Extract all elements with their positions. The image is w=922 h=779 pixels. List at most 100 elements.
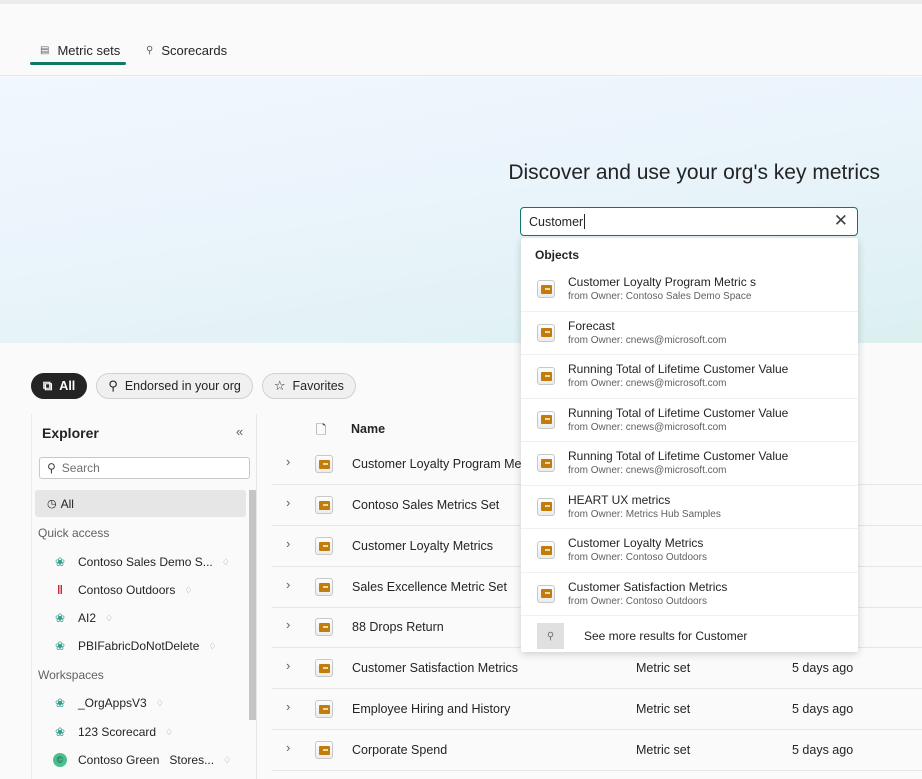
workspace-icon: ❀: [54, 555, 66, 569]
metric-set-icon: [537, 367, 555, 386]
tab-label: Scorecards: [161, 42, 228, 58]
row-modified: 5 days ago: [792, 743, 854, 757]
diamond-icon: ♢: [165, 726, 174, 737]
search-icon: ⚲: [47, 461, 56, 475]
metric-set-icon: [537, 280, 555, 299]
table-row[interactable]: › Employee Hiring and History Metric set…: [272, 689, 922, 730]
metrics-search-input[interactable]: Customer ✕: [520, 207, 858, 236]
table-row[interactable]: › Corporate Spend Metric set 5 days ago: [272, 730, 922, 771]
quick-access-item[interactable]: ❀ PBIFabricDoNotDelete ♢: [52, 636, 217, 656]
workspace-icon: ❀: [54, 725, 66, 739]
suggestion-owner: from Owner: cnews@microsoft.com: [568, 465, 727, 477]
tab-metric-sets[interactable]: ▤ Metric sets: [29, 36, 127, 65]
row-name: Customer Loyalty Metrics: [352, 539, 494, 553]
suggestion-title: Running Total of Lifetime Customer Value: [568, 362, 789, 377]
metric-set-icon: [537, 541, 555, 560]
contoso-green-logo-icon: ©: [53, 753, 67, 767]
row-name: Contoso Sales Metrics Set: [352, 498, 500, 512]
suggestion-item[interactable]: Customer Satisfaction Metrics from Owner:…: [521, 573, 858, 616]
search-suggestions-dropdown: Objects Customer Loyalty Program Metric …: [521, 238, 858, 652]
all-items-icon: ⧉: [43, 378, 53, 393]
suggestion-item[interactable]: Running Total of Lifetime Customer Value…: [521, 442, 858, 486]
workspaces-heading: Workspaces: [38, 668, 104, 682]
chevron-right-icon[interactable]: ›: [286, 740, 290, 755]
ribbon-icon: ⚲: [108, 378, 118, 393]
metric-sets-icon: ▤: [40, 44, 50, 56]
explorer-scrollbar[interactable]: [249, 490, 256, 720]
item-label: Contoso Green Stores...: [78, 753, 215, 767]
see-more-label: See more results for Customer: [584, 629, 748, 643]
workspace-item[interactable]: ❀ 123 Scorecard ♢: [52, 722, 173, 742]
row-type: Metric set: [636, 702, 691, 716]
close-icon[interactable]: ✕: [834, 211, 848, 231]
filter-label: Endorsed in your org: [124, 379, 241, 393]
metric-set-icon: [315, 496, 333, 514]
text-caret: [584, 214, 586, 229]
item-label: Contoso Outdoors: [78, 583, 176, 597]
explorer-search-input[interactable]: ⚲ Search: [39, 457, 250, 479]
chevron-right-icon[interactable]: ›: [286, 495, 290, 510]
metric-set-icon: [537, 410, 555, 429]
suggestion-item[interactable]: Running Total of Lifetime Customer Value…: [521, 399, 858, 442]
metric-set-icon: [537, 584, 555, 603]
tab-label: Metric sets: [57, 42, 121, 58]
suggestion-item[interactable]: Customer Loyalty Program Metric s from Ow…: [521, 268, 858, 312]
column-header-name[interactable]: Name: [351, 422, 385, 436]
suggestion-owner: from Owner: Contoso Outdoors: [568, 552, 707, 564]
diamond-icon: ♢: [223, 754, 232, 765]
chevron-right-icon[interactable]: ›: [286, 658, 290, 673]
metric-set-icon: [315, 700, 333, 718]
see-more-results-button[interactable]: ⚲ See more results for Customer: [521, 616, 858, 656]
filter-endorsed[interactable]: ⚲ Endorsed in your org: [96, 373, 253, 399]
diamond-icon: ♢: [184, 584, 193, 595]
quick-access-item[interactable]: ❀ AI2 ♢: [52, 608, 113, 628]
trophy-icon: ⚲: [146, 44, 154, 56]
tab-bar: ▤ Metric sets ⚲ Scorecards: [0, 4, 922, 76]
quick-access-item[interactable]: ❀ Contoso Sales Demo S... ♢: [52, 552, 230, 572]
tab-scorecards[interactable]: ⚲ Scorecards: [146, 36, 227, 64]
workspace-item[interactable]: © Contoso Green Stores... ♢: [52, 750, 231, 770]
star-icon: ☆: [273, 378, 286, 393]
hero-title: Discover and use your org's key metrics: [508, 161, 880, 184]
suggestion-owner: from Owner: cnews@microsoft.com: [568, 421, 727, 433]
suggestion-title: Running Total of Lifetime Customer Value: [568, 405, 789, 420]
suggestion-title: Running Total of Lifetime Customer Value: [568, 449, 789, 464]
chevron-right-icon[interactable]: ›: [286, 454, 290, 469]
metric-set-icon: [537, 323, 555, 342]
quick-access-item[interactable]: ‖ Contoso Outdoors ♢: [52, 580, 192, 600]
chevron-right-icon[interactable]: ›: [286, 617, 290, 632]
workspace-icon: ❀: [54, 639, 66, 653]
suggestion-owner: from Owner: Metrics Hub Samples: [568, 508, 721, 520]
item-label: 123 Scorecard: [78, 725, 157, 739]
metric-set-icon: [315, 537, 333, 555]
row-name: Customer Loyalty Program Metric s: [352, 457, 548, 471]
row-name: Employee Hiring and History: [352, 702, 511, 716]
suggestion-title: Customer Satisfaction Metrics: [568, 579, 728, 594]
chevron-right-icon[interactable]: ›: [286, 699, 290, 714]
item-label: Contoso Sales Demo S...: [78, 555, 213, 569]
filter-label: Favorites: [292, 379, 344, 393]
diamond-icon: ♢: [105, 612, 114, 623]
row-name: Customer Satisfaction Metrics: [352, 661, 519, 675]
diamond-icon: ♢: [208, 640, 217, 651]
chevron-right-icon[interactable]: ›: [286, 536, 290, 551]
item-label: PBIFabricDoNotDelete: [78, 639, 200, 653]
filter-favorites[interactable]: ☆ Favorites: [261, 373, 356, 399]
workspace-item[interactable]: ❀ _OrgAppsV3 ♢: [52, 693, 164, 713]
chevron-right-icon[interactable]: ›: [286, 577, 290, 592]
explorer-all-item[interactable]: ◷ All: [35, 490, 246, 517]
suggestion-item[interactable]: Customer Loyalty Metrics from Owner: Cont…: [521, 529, 858, 573]
suggestion-item[interactable]: Running Total of Lifetime Customer Value…: [521, 355, 858, 399]
suggestion-title: Forecast: [568, 318, 615, 333]
filter-all[interactable]: ⧉ All: [31, 373, 88, 399]
collapse-explorer-icon[interactable]: «: [236, 424, 243, 439]
item-label: AI2: [78, 611, 97, 625]
suggestion-item[interactable]: Forecast from Owner: cnews@microsoft.com: [521, 312, 858, 355]
suggestion-title: Customer Loyalty Metrics: [568, 536, 704, 551]
suggestion-item[interactable]: HEART UX metrics from Owner: Metrics Hub …: [521, 486, 858, 529]
dropdown-section-label: Objects: [535, 248, 580, 262]
filter-label: All: [59, 379, 76, 393]
all-label: All: [60, 496, 74, 511]
clock-icon: ◷: [47, 498, 57, 510]
diamond-icon: ♢: [155, 697, 164, 708]
